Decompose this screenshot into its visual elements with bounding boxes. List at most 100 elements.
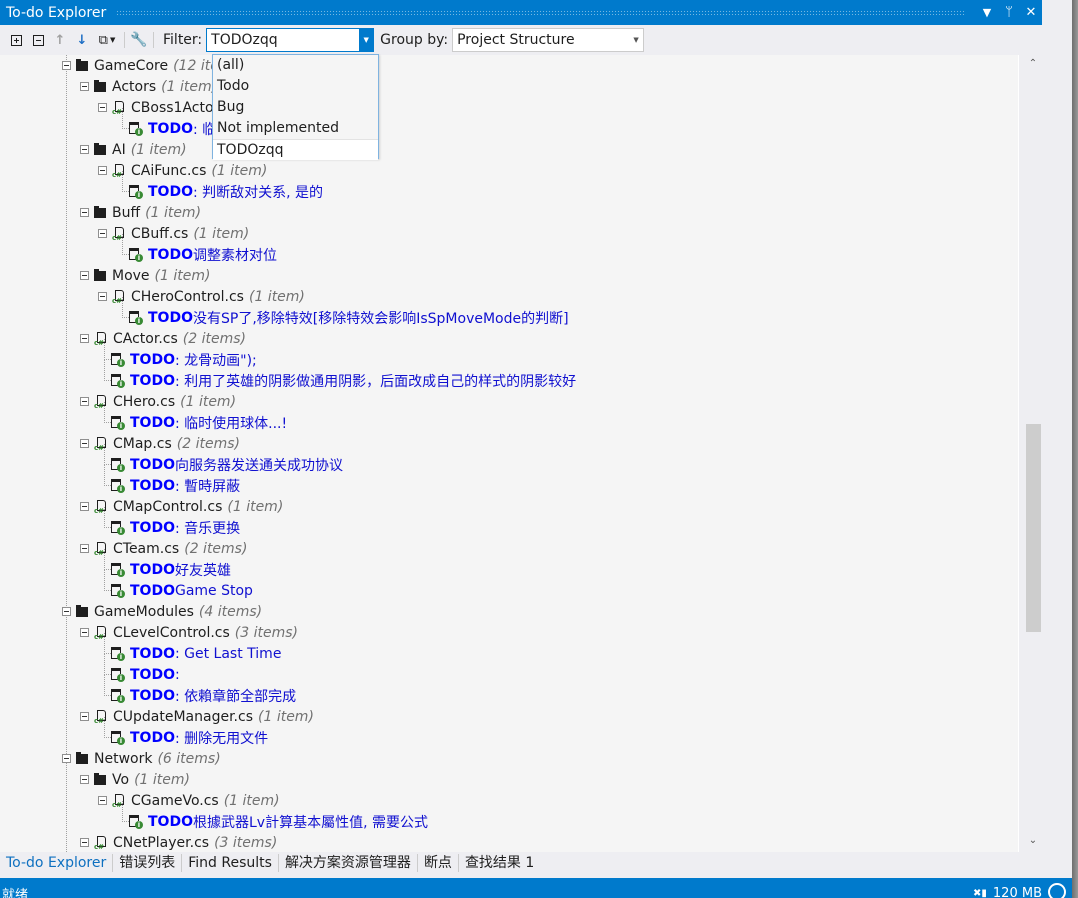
task-keyword: TODO (130, 729, 175, 746)
collapse-toggle-icon[interactable] (98, 292, 107, 301)
collapse-toggle-icon[interactable] (98, 796, 107, 805)
window-menu-button[interactable]: ▼ (976, 6, 998, 19)
tab-find-results[interactable]: Find Results (182, 854, 279, 872)
task-item[interactable]: i TODO Game Stop (110, 580, 253, 601)
collapse-toggle-icon[interactable] (80, 271, 89, 280)
collapse-all-icon[interactable] (27, 29, 49, 51)
drag-grip[interactable] (116, 10, 966, 15)
task-item[interactable]: i TODO: 利用了英雄的阴影做通用阴影，后面改成自己的样式的阴影较好 (110, 370, 576, 391)
group-by-combobox[interactable]: Project Structure ▼ (452, 28, 645, 52)
open-external-icon[interactable]: ⧉ ▼ (93, 29, 121, 51)
task-item[interactable]: i TODO: 龙骨动画"); (110, 349, 257, 370)
task-item[interactable]: i TODO 向服务器发送通关成功协议 (110, 454, 343, 475)
collapse-toggle-icon[interactable] (80, 334, 89, 343)
task-keyword: TODO (130, 351, 175, 368)
scroll-down-icon[interactable]: ⌄ (1026, 835, 1040, 849)
expand-all-icon[interactable] (5, 29, 27, 51)
collapse-toggle-icon[interactable] (80, 775, 89, 784)
task-text: : Get Last Time (174, 645, 282, 662)
todo-tree[interactable]: GameCore (12 items) Actors (1 item) c# CBoss1… (0, 55, 1019, 852)
folder-node[interactable]: GameModules (4 items) (62, 601, 262, 622)
collapse-toggle-icon[interactable] (98, 229, 107, 238)
node-name: Move (112, 267, 150, 284)
tool-window-title-bar: To-do Explorer ▼ ᛘ ✕ (0, 0, 1042, 25)
collapse-toggle-icon[interactable] (80, 397, 89, 406)
task-item[interactable]: i TODO: 判断敌对关系, 是的 (128, 181, 323, 202)
folder-node[interactable]: Move (1 item) (80, 265, 210, 286)
collapse-toggle-icon[interactable] (98, 103, 107, 112)
scroll-thumb[interactable] (1026, 424, 1041, 632)
task-item[interactable]: i TODO 根據武器Lv計算基本屬性值, 需要公式 (128, 811, 428, 832)
filter-option[interactable]: Not implemented (213, 118, 378, 139)
collapse-toggle-icon[interactable] (62, 754, 71, 763)
vertical-scrollbar[interactable]: ⌃ ⌄ (1020, 55, 1046, 852)
collapse-toggle-icon[interactable] (80, 145, 89, 154)
next-arrow-icon[interactable]: ↓ (71, 29, 93, 51)
task-item[interactable]: i TODO 调整素材对位 (128, 244, 277, 265)
item-count: (6 items) (157, 750, 221, 767)
collapse-toggle-icon[interactable] (80, 628, 89, 637)
file-node[interactable]: c# CUpdateManager.cs (1 item) (80, 706, 314, 727)
chevron-down-icon[interactable]: ▼ (359, 29, 374, 51)
node-name: Actors (112, 78, 157, 95)
collapse-toggle-icon[interactable] (62, 607, 71, 616)
task-item[interactable]: i TODO: 暫時屏蔽 (110, 475, 240, 496)
filter-value[interactable]: TODOzqq (207, 32, 359, 48)
file-node[interactable]: c# CLevelControl.cs (3 items) (80, 622, 298, 643)
collapse-toggle-icon[interactable] (80, 82, 89, 91)
task-item[interactable]: i TODO 没有SP了,移除特效[移除特效会影响IsSpMoveMode的判断] (128, 307, 569, 328)
close-button[interactable]: ✕ (1020, 5, 1042, 20)
collapse-toggle-icon[interactable] (80, 208, 89, 217)
task-item[interactable]: i TODO: 临时使用球体...! (110, 412, 287, 433)
task-item[interactable]: i TODO 好友英雄 (110, 559, 231, 580)
file-node[interactable]: c# CHeroControl.cs (1 item) (98, 286, 305, 307)
collapse-toggle-icon[interactable] (80, 544, 89, 553)
file-node[interactable]: c# CBuff.cs (1 item) (98, 223, 249, 244)
notification-icon[interactable] (1048, 883, 1066, 898)
filter-dropdown-list[interactable]: (all) Todo Bug Not implemented TODOzqq (212, 54, 379, 160)
scroll-up-icon[interactable]: ⌃ (1026, 58, 1040, 72)
task-info-icon: i (110, 478, 126, 494)
tab-error-list[interactable]: 错误列表 (113, 854, 183, 872)
collapse-toggle-icon[interactable] (80, 838, 89, 847)
collapse-toggle-icon[interactable] (80, 712, 89, 721)
file-node[interactable]: c# CNetPlayer.cs (3 items) (80, 832, 277, 852)
window-title: To-do Explorer (6, 4, 107, 21)
filter-option[interactable]: Todo (213, 76, 378, 97)
filter-option[interactable]: Bug (213, 97, 378, 118)
status-text: 就绪 (2, 887, 29, 898)
tab-breakpoints[interactable]: 断点 (418, 854, 459, 872)
collapse-toggle-icon[interactable] (80, 502, 89, 511)
folder-node[interactable]: Network (6 items) (62, 748, 221, 769)
folder-node[interactable]: Buff (1 item) (80, 202, 201, 223)
filter-option[interactable]: (all) (213, 55, 378, 76)
node-name: GameModules (94, 603, 194, 620)
collapse-toggle-icon[interactable] (62, 61, 71, 70)
task-text: 没有SP了,移除特效[移除特效会影响IsSpMoveMode的判断] (192, 310, 569, 327)
task-item[interactable]: i TODO: 依賴章節全部完成 (110, 685, 296, 706)
wrench-icon[interactable]: 🔧 (128, 29, 150, 51)
node-name: CHeroControl.cs (131, 288, 244, 305)
node-name: CTeam.cs (113, 540, 180, 557)
tab-todo-explorer[interactable]: To-do Explorer (0, 854, 114, 872)
tab-solution-explorer[interactable]: 解决方案资源管理器 (279, 854, 418, 872)
chevron-down-icon[interactable]: ▼ (629, 29, 643, 51)
task-text: Game Stop (174, 582, 253, 599)
pin-button[interactable]: ᛘ (998, 5, 1020, 20)
group-by-value[interactable]: Project Structure (453, 32, 629, 48)
filter-combobox[interactable]: TODOzqq ▼ (206, 28, 375, 52)
collapse-toggle-icon[interactable] (98, 166, 107, 175)
task-item[interactable]: i TODO: Get Last Time (110, 643, 281, 664)
folder-node[interactable]: Actors (1 item) (80, 76, 217, 97)
task-item[interactable]: i TODO: 删除无用文件 (110, 727, 268, 748)
task-item[interactable]: i TODO: (110, 664, 180, 685)
tab-find-results-1[interactable]: 查找结果 1 (459, 854, 540, 872)
filter-option-selected[interactable]: TODOzqq (213, 139, 378, 160)
task-item[interactable]: i TODO: 音乐更换 (110, 517, 240, 538)
window-border (1072, 0, 1078, 898)
task-text: : 暫時屏蔽 (174, 478, 241, 495)
folder-node[interactable]: Vo (1 item) (80, 769, 190, 790)
folder-node[interactable]: AI (1 item) (80, 139, 187, 160)
collapse-toggle-icon[interactable] (80, 439, 89, 448)
previous-arrow-icon[interactable]: ↑ (49, 29, 71, 51)
